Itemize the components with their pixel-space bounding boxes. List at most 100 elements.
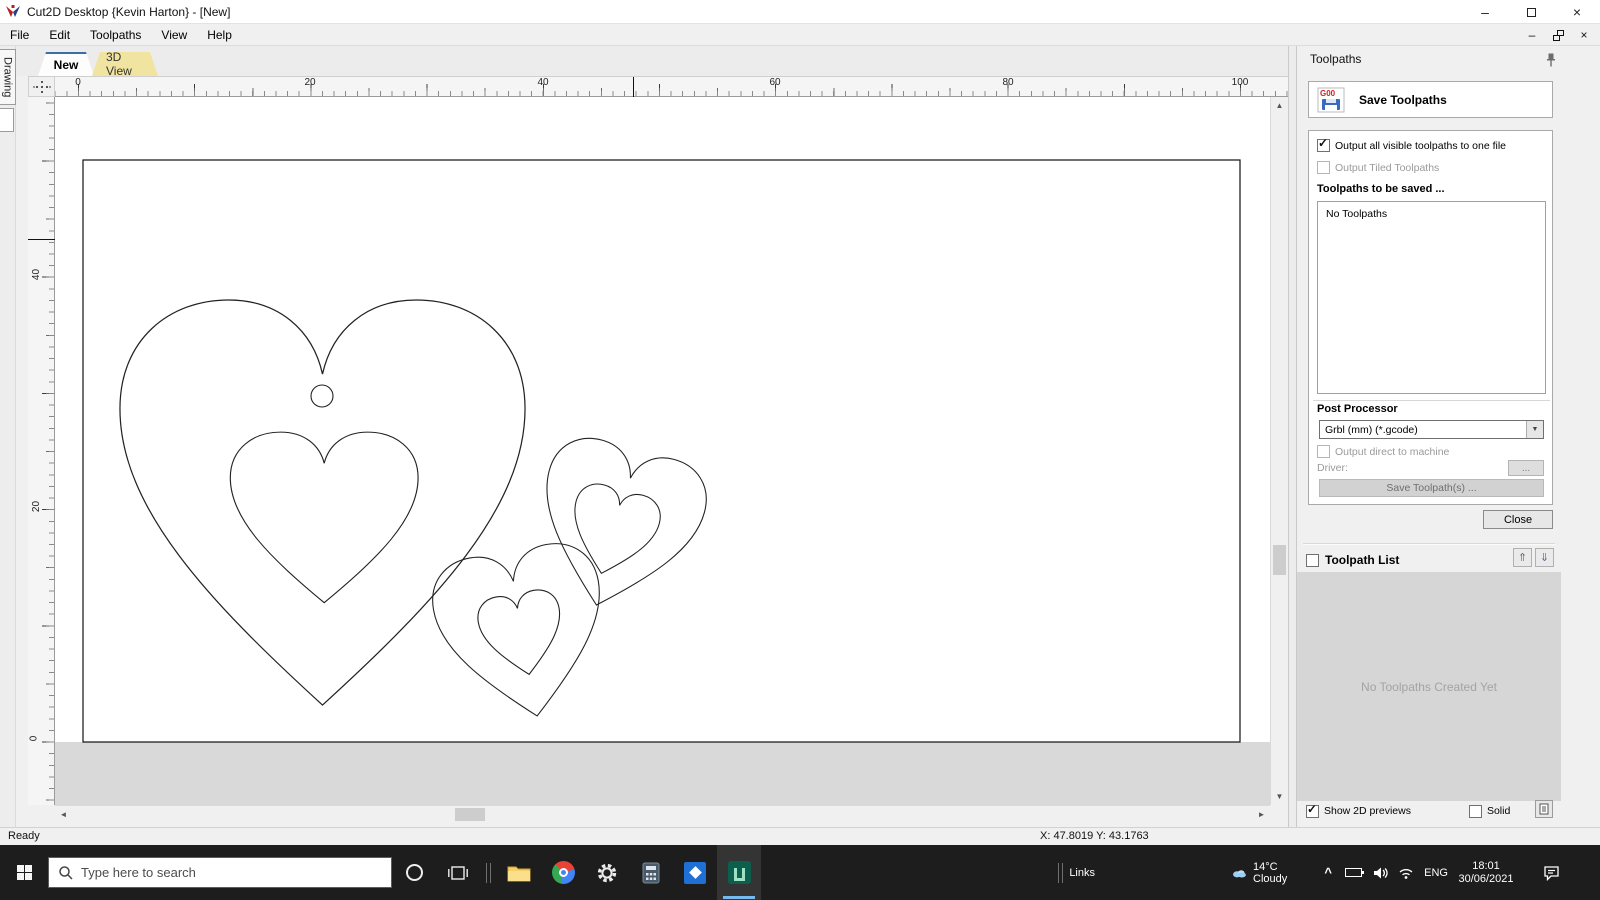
toolpaths-panel: Toolpaths G00 Save Toolpaths ✓ Outpu: [1297, 46, 1600, 827]
output-direct-checkbox[interactable]: ✓: [1317, 445, 1330, 458]
ruler-origin-icon: [41, 86, 43, 88]
ruler-corner: [28, 76, 55, 97]
solid-checkbox[interactable]: ✓: [1469, 805, 1482, 818]
page-icon: [1539, 803, 1549, 815]
document-close-button[interactable]: ×: [1576, 27, 1592, 43]
settings-button[interactable]: [585, 845, 629, 900]
preview-options-button[interactable]: [1535, 800, 1553, 818]
vertical-scroll-thumb[interactable]: [1273, 545, 1286, 575]
battery-button[interactable]: [1345, 845, 1362, 900]
tray-chevron-button[interactable]: ^: [1324, 845, 1332, 900]
h-ruler-label: 60: [769, 77, 780, 88]
action-center-button[interactable]: [1543, 845, 1560, 900]
start-button[interactable]: [0, 845, 48, 900]
scroll-left-button[interactable]: ◄: [55, 806, 72, 823]
pin-icon[interactable]: [1543, 52, 1559, 68]
links-label: Links: [1069, 867, 1095, 879]
clock-time: 18:01: [1472, 860, 1500, 873]
folder-icon: [507, 863, 531, 883]
drawing-canvas[interactable]: [55, 97, 1270, 805]
chevron-down-icon[interactable]: ▼: [1526, 421, 1543, 438]
file-explorer-button[interactable]: [497, 845, 541, 900]
scrollbar-corner: [1270, 805, 1288, 823]
volume-button[interactable]: [1373, 845, 1388, 900]
status-ready-text: Ready: [8, 830, 40, 842]
post-processor-value: Grbl (mm) (*.gcode): [1325, 424, 1526, 436]
drawing-panel-tab[interactable]: Drawing: [0, 49, 16, 105]
toolpath-list-label: Toolpath List: [1325, 553, 1399, 567]
scroll-up-button[interactable]: ▲: [1271, 97, 1288, 114]
toolpaths-to-save-list[interactable]: No Toolpaths: [1317, 201, 1546, 394]
solid-label: Solid: [1487, 805, 1510, 817]
scroll-right-button[interactable]: ►: [1253, 806, 1270, 823]
move-toolpath-up-button[interactable]: ⇑: [1513, 548, 1532, 567]
calculator-button[interactable]: [629, 845, 673, 900]
menu-item-help[interactable]: Help: [197, 24, 242, 46]
horizontal-scrollbar[interactable]: ◄ ►: [55, 805, 1270, 823]
no-toolpaths-created-text: No Toolpaths Created Yet: [1361, 680, 1497, 694]
window-title: Cut2D Desktop {Kevin Harton} - [New]: [27, 5, 230, 19]
show-2d-previews-label: Show 2D previews: [1324, 805, 1411, 817]
clock[interactable]: 18:01 30/06/2021: [1454, 845, 1518, 900]
cursor-position-marker-v: [28, 239, 55, 240]
output-tiled-checkbox[interactable]: ✓: [1317, 161, 1330, 174]
save-toolpaths-button[interactable]: Save Toolpath(s) ...: [1319, 479, 1544, 497]
v-ruler-label: 20: [31, 501, 42, 512]
maximize-button[interactable]: [1508, 0, 1554, 24]
taskbar-search[interactable]: [48, 857, 392, 888]
horizontal-scroll-thumb[interactable]: [455, 808, 485, 821]
chrome-button[interactable]: [541, 845, 585, 900]
h-ruler-label: 20: [304, 77, 315, 88]
h-ruler-label: 40: [537, 77, 548, 88]
title-bar: Cut2D Desktop {Kevin Harton} - [New] – ×: [0, 0, 1600, 24]
post-processor-label: Post Processor: [1317, 403, 1398, 415]
vertical-scrollbar[interactable]: ▲ ▼: [1270, 97, 1288, 805]
post-processor-dropdown[interactable]: Grbl (mm) (*.gcode) ▼: [1319, 420, 1544, 439]
output-direct-label: Output direct to machine: [1335, 446, 1449, 458]
tab-3d-view[interactable]: 3D View: [92, 52, 158, 76]
output-all-checkbox[interactable]: ✓: [1317, 139, 1330, 152]
network-button[interactable]: [1398, 845, 1414, 900]
language-button[interactable]: ENG: [1424, 845, 1448, 900]
menu-item-view[interactable]: View: [151, 24, 197, 46]
scroll-down-button[interactable]: ▼: [1271, 788, 1288, 805]
menu-item-edit[interactable]: Edit: [39, 24, 80, 46]
gear-icon: [596, 862, 618, 884]
action-center-icon: [1543, 865, 1560, 881]
menu-item-file[interactable]: File: [0, 24, 39, 46]
running-app-indicator: [723, 896, 755, 899]
minimize-button[interactable]: –: [1462, 0, 1508, 24]
menu-item-toolpaths[interactable]: Toolpaths: [80, 24, 151, 46]
document-restore-button[interactable]: [1550, 27, 1566, 43]
h-ruler-label: 100: [1232, 77, 1249, 88]
driver-browse-button[interactable]: ...: [1508, 460, 1544, 476]
weather-widget[interactable]: 14°C Cloudy: [1231, 845, 1295, 900]
panel-splitter[interactable]: [1288, 46, 1297, 827]
show-2d-previews-checkbox[interactable]: ✓: [1306, 805, 1319, 818]
network-icon: [1398, 866, 1414, 880]
cut2d-taskbar-button[interactable]: [717, 845, 761, 900]
search-input[interactable]: [49, 858, 391, 887]
tab-new[interactable]: New: [38, 52, 94, 76]
save-toolpaths-header: G00 Save Toolpaths: [1308, 81, 1553, 118]
output-all-label: Output all visible toolpaths to one file: [1335, 140, 1506, 152]
view-tab-row: New 3D View: [16, 46, 1290, 76]
close-panel-button[interactable]: Close: [1483, 510, 1553, 529]
blue-app-button[interactable]: [673, 845, 717, 900]
clock-date: 30/06/2021: [1458, 873, 1513, 886]
links-toolbar[interactable]: Links: [1052, 845, 1095, 900]
speaker-icon: [1373, 866, 1388, 880]
save-toolpaths-title: Save Toolpaths: [1359, 93, 1447, 107]
cloud-icon: [1231, 864, 1247, 882]
task-view-button[interactable]: [436, 845, 480, 900]
move-toolpath-down-button[interactable]: ⇓: [1535, 548, 1554, 567]
cortana-button[interactable]: [392, 845, 436, 900]
left-strip-swatch: [0, 108, 14, 132]
toolpath-list-checkbox[interactable]: ✓: [1306, 554, 1319, 567]
close-button[interactable]: ×: [1554, 0, 1600, 24]
cursor-coordinates: X: 47.8019 Y: 43.1763: [1040, 830, 1149, 842]
vertical-ruler: 40 20 0: [28, 97, 55, 805]
task-view-icon: [448, 864, 468, 882]
document-minimize-button[interactable]: –: [1524, 27, 1540, 43]
toolpath-list-area[interactable]: No Toolpaths Created Yet: [1297, 572, 1561, 801]
